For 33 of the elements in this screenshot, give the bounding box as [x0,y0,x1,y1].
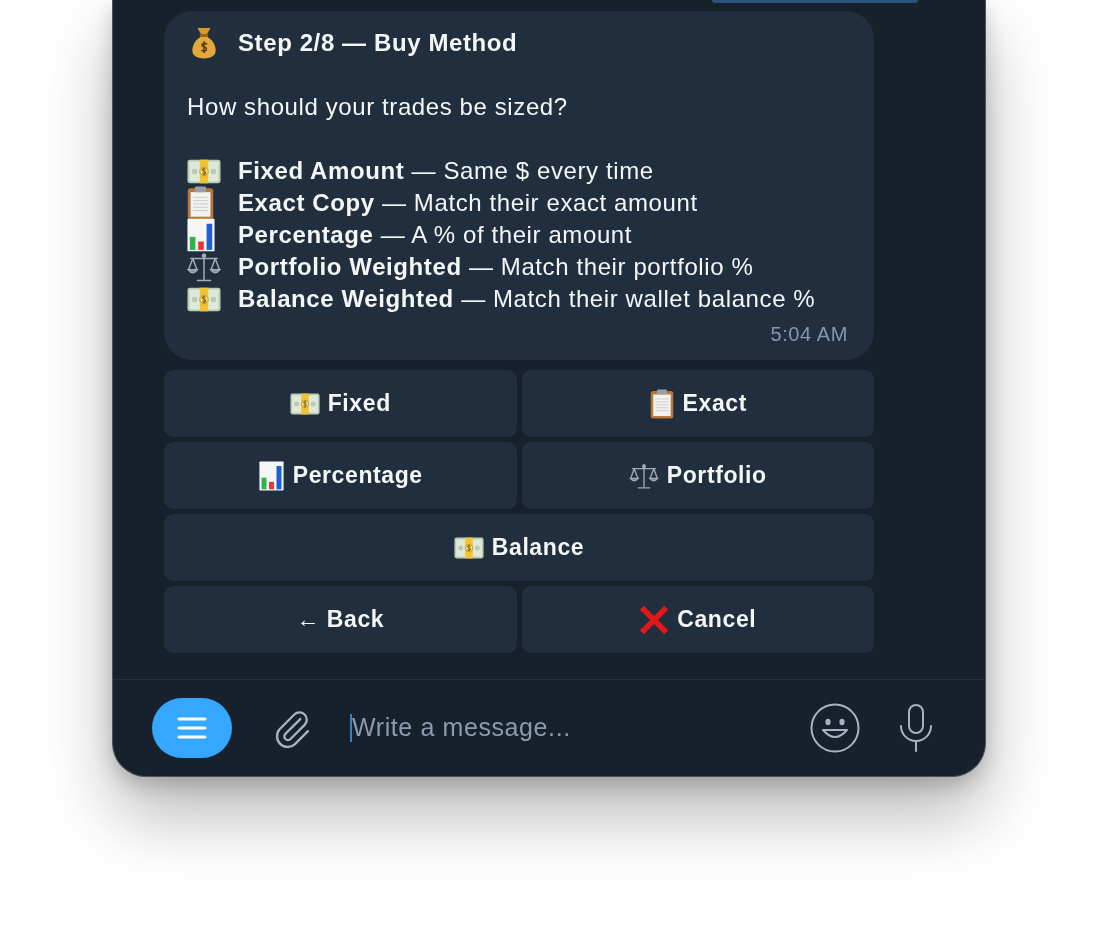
menu-button[interactable] [152,698,232,758]
clipboard-icon [648,388,675,419]
question-text: How should your trades be sized? [187,92,569,122]
option-button[interactable]: Exact [521,370,874,437]
banknote-icon [187,158,221,184]
banknote-icon [187,286,221,312]
cross-icon [639,604,670,635]
option-description: Percentage — A % of their amount [238,220,633,250]
cancel-button[interactable]: Cancel [521,586,874,653]
balance-scale-icon [628,462,659,489]
option-button[interactable]: Percentage [164,442,517,509]
balance-scale-icon [187,252,221,282]
menu-icon [177,717,207,739]
money-bag-icon [190,27,218,59]
option-description: Exact Copy — Match their exact amount [238,188,698,218]
back-button[interactable]: ← Back [164,586,517,653]
banknote-icon [289,392,320,415]
bar-chart-icon [187,218,215,252]
message-time: 5:04 AM [770,322,849,346]
smiley-icon[interactable] [810,703,860,753]
option-button[interactable]: Balance [164,514,874,581]
microphone-icon[interactable] [898,704,934,752]
bar-chart-icon [257,460,285,491]
message-title: Step 2/8 — Buy Method [238,28,518,58]
text-cursor [350,714,352,742]
banknote-icon [453,536,484,559]
option-description: Fixed Amount — Same $ every time [238,156,654,186]
message-input[interactable]: Write a message... [352,709,810,747]
option-description: Balance Weighted — Match their wallet balance % [238,284,816,314]
option-description: Portfolio Weighted — Match their portfolio % [238,252,754,282]
option-button[interactable]: Portfolio [521,442,874,509]
option-button[interactable]: Fixed [164,370,517,437]
clipboard-icon [187,186,214,220]
